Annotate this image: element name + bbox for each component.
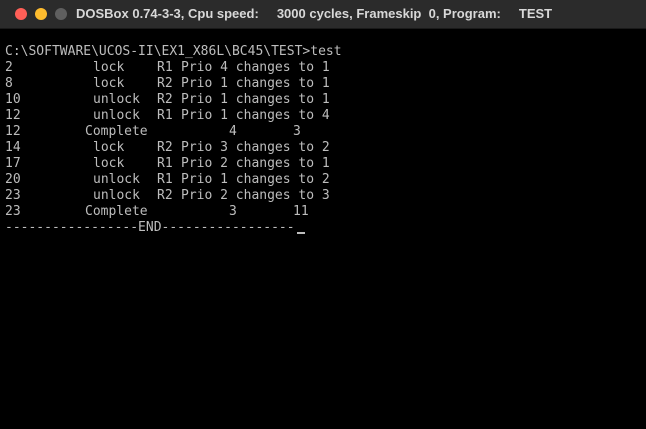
prompt-line: C:\SOFTWARE\UCOS-II\EX1_X86L\BC45\TEST>t… <box>5 44 342 59</box>
row-time: 8 <box>5 76 13 91</box>
row-resource: R1 <box>157 172 173 187</box>
row-resource: R2 <box>157 140 173 155</box>
row-value-b: 11 <box>293 204 309 219</box>
row-action: unlock <box>93 92 140 107</box>
row-action: lock <box>93 60 125 75</box>
row-value-b: 3 <box>293 124 301 139</box>
row-time: 12 <box>5 108 21 123</box>
console-row: 12 unlock R1 Prio 1 changes to 4 <box>5 108 641 124</box>
row-action: lock <box>93 156 125 171</box>
row-time: 10 <box>5 92 21 107</box>
console-row: 23 unlock R2 Prio 2 changes to 3 <box>5 188 641 204</box>
zoom-window-button[interactable] <box>55 8 67 20</box>
row-resource: R1 <box>157 60 173 75</box>
row-info: Prio 3 changes to 2 <box>181 140 330 155</box>
console-row: 12 Complete 4 3 <box>5 124 641 140</box>
row-time: 12 <box>5 124 21 139</box>
row-resource: R2 <box>157 92 173 107</box>
window-title: DOSBox 0.74-3-3, Cpu speed: 3000 cycles,… <box>76 6 553 21</box>
row-resource: R2 <box>157 188 173 203</box>
dosbox-window: DOSBox 0.74-3-3, Cpu speed: 3000 cycles,… <box>0 0 646 429</box>
row-action: unlock <box>93 188 140 203</box>
console-rows: 2 lock R1 Prio 4 changes to 1 8 lock R2 Prio 1 … <box>5 60 641 220</box>
title-bar[interactable]: DOSBox 0.74-3-3, Cpu speed: 3000 cycles,… <box>0 0 646 29</box>
row-info: Prio 2 changes to 3 <box>181 188 330 203</box>
console-row: 17 lock R1 Prio 2 changes to 1 <box>5 156 641 172</box>
row-time: 23 <box>5 188 21 203</box>
minimize-window-button[interactable] <box>35 8 47 20</box>
end-line-text: -----------------END----------------- <box>5 220 295 235</box>
row-resource: R2 <box>157 76 173 91</box>
row-time: 2 <box>5 60 13 75</box>
row-time: 14 <box>5 140 21 155</box>
console-row: 8 lock R2 Prio 1 changes to 1 <box>5 76 641 92</box>
row-time: 23 <box>5 204 21 219</box>
console-output[interactable]: C:\SOFTWARE\UCOS-II\EX1_X86L\BC45\TEST>t… <box>5 44 641 424</box>
console-row: 2 lock R1 Prio 4 changes to 1 <box>5 60 641 76</box>
row-value-a: 4 <box>229 124 237 139</box>
row-info: Prio 4 changes to 1 <box>181 60 330 75</box>
row-info: Prio 1 changes to 1 <box>181 92 330 107</box>
row-time: 20 <box>5 172 21 187</box>
text-cursor <box>296 232 305 234</box>
row-info: Prio 1 changes to 2 <box>181 172 330 187</box>
row-info: Prio 1 changes to 4 <box>181 108 330 123</box>
row-time: 17 <box>5 156 21 171</box>
row-resource: R1 <box>157 108 173 123</box>
end-line: -----------------END----------------- <box>5 220 641 236</box>
console-row: 20 unlock R1 Prio 1 changes to 2 <box>5 172 641 188</box>
row-value-a: 3 <box>229 204 237 219</box>
row-complete-label: Complete <box>85 124 148 139</box>
console-row: 10 unlock R2 Prio 1 changes to 1 <box>5 92 641 108</box>
row-action: unlock <box>93 172 140 187</box>
row-resource: R1 <box>157 156 173 171</box>
row-info: Prio 2 changes to 1 <box>181 156 330 171</box>
row-action: lock <box>93 140 125 155</box>
console-row: 14 lock R2 Prio 3 changes to 2 <box>5 140 641 156</box>
row-action: lock <box>93 76 125 91</box>
row-info: Prio 1 changes to 1 <box>181 76 330 91</box>
row-complete-label: Complete <box>85 204 148 219</box>
row-action: unlock <box>93 108 140 123</box>
close-window-button[interactable] <box>15 8 27 20</box>
console-row: 23 Complete 3 11 <box>5 204 641 220</box>
